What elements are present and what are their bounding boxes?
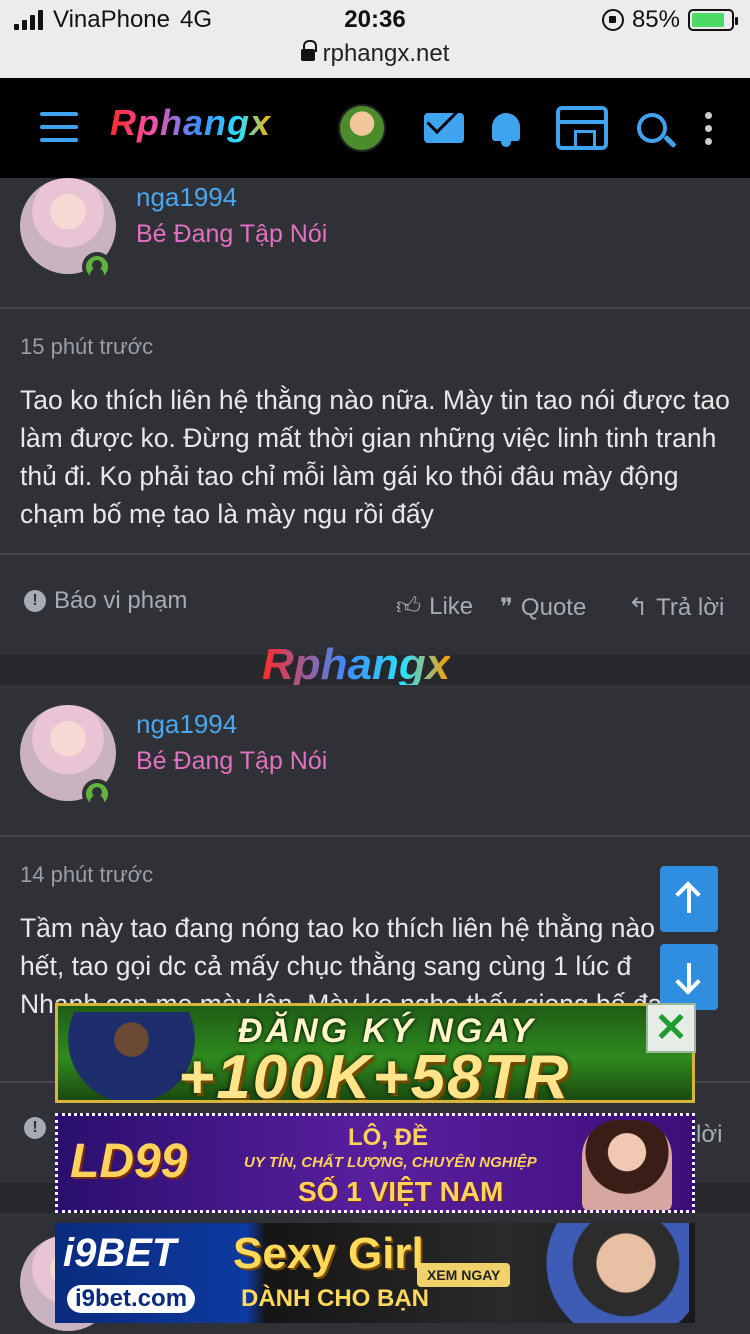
- post-time[interactable]: 15 phút trước: [20, 334, 153, 360]
- ad-subtitle: DÀNH CHO BẠN: [241, 1285, 429, 1312]
- status-right: 85%: [601, 6, 738, 34]
- ad-line: SỐ 1 VIỆT NAM: [298, 1176, 504, 1207]
- arrow-up-icon: [687, 885, 691, 913]
- ad-banner-i9bet[interactable]: i9BET i9bet.com Sexy Girl DÀNH CHO BẠN X…: [55, 1223, 695, 1323]
- store-icon[interactable]: [556, 102, 608, 154]
- ad-domain: i9bet.com: [67, 1285, 196, 1313]
- reply-button[interactable]: ↰ Trả lời: [628, 593, 724, 622]
- report-button[interactable]: !: [24, 1117, 46, 1139]
- report-label: Báo vi phạm: [54, 587, 188, 614]
- post-text: Tao ko thích liên hệ thằng nào nữa. Mày …: [20, 385, 730, 529]
- ad-cta-button[interactable]: XEM NGAY: [417, 1263, 511, 1287]
- arrow-down-icon: [687, 963, 691, 991]
- post-time[interactable]: 14 phút trước: [20, 862, 153, 888]
- online-status-icon: [82, 252, 112, 282]
- site-logo[interactable]: Rphangx: [110, 102, 271, 144]
- username[interactable]: nga1994: [136, 182, 237, 213]
- search-icon[interactable]: [626, 102, 678, 154]
- scroll-top-button[interactable]: [660, 866, 718, 932]
- user-avatar[interactable]: [338, 104, 386, 152]
- model-image: [582, 1120, 672, 1210]
- ad-line: LÔ, ĐỀ: [348, 1124, 429, 1151]
- url-bar[interactable]: rphangx.net: [0, 40, 750, 68]
- ad-brand: LD99: [70, 1135, 188, 1188]
- like-label: Like: [429, 593, 474, 620]
- ad-banner-ld99[interactable]: LD99 LÔ, ĐỀ UY TÍN, CHẤT LƯỢNG, CHUYÊN N…: [55, 1113, 695, 1213]
- username[interactable]: nga1994: [136, 709, 237, 740]
- quote-icon: ❞: [500, 594, 513, 621]
- more-icon[interactable]: [682, 102, 734, 154]
- bell-icon[interactable]: [480, 102, 532, 154]
- reply-arrow-icon: ↰: [628, 594, 649, 621]
- status-bar: VinaPhone 4G 20:36 85% rphangx.net: [0, 0, 750, 78]
- mail-icon[interactable]: [418, 102, 470, 154]
- quote-button[interactable]: ❞ Quote: [500, 593, 586, 622]
- post-user-block: nga1994 Bé Đang Tập Nói: [0, 178, 750, 309]
- ad-brand: i9BET: [63, 1231, 177, 1275]
- post-user-block: nga1994 Bé Đang Tập Nói: [0, 685, 750, 837]
- close-ad-button[interactable]: ✕: [646, 1003, 696, 1053]
- user-title: Bé Đang Tập Nói: [136, 220, 328, 248]
- like-button[interactable]: 👍︎ Like: [396, 593, 473, 621]
- ad-bonus: +100K+58TR: [178, 1043, 571, 1103]
- ad-line: UY TÍN, CHẤT LƯỢNG, CHUYÊN NGHIỆP: [244, 1154, 537, 1171]
- post-body: 15 phút trước Tao ko thích liên hệ thằng…: [0, 309, 750, 555]
- warning-icon: !: [24, 1117, 46, 1139]
- ad-banner-register[interactable]: ĐĂNG KÝ NGAY +100K+58TR: [55, 1003, 695, 1103]
- battery-icon: [688, 9, 738, 31]
- report-button[interactable]: ! Báo vi phạm: [24, 587, 187, 615]
- site-watermark: Rphangx: [262, 640, 451, 689]
- model-image: [509, 1223, 689, 1323]
- quote-label: Quote: [520, 593, 587, 621]
- user-title: Bé Đang Tập Nói: [136, 747, 328, 775]
- reply-button[interactable]: lời: [696, 1121, 722, 1149]
- rotation-lock-icon: [601, 9, 624, 31]
- padlock-icon: [300, 40, 317, 62]
- reply-label: lời: [696, 1121, 723, 1148]
- menu-icon[interactable]: [40, 112, 78, 142]
- battery-percent: 85%: [631, 6, 680, 33]
- thumbs-up-icon: 👍︎: [396, 593, 422, 620]
- scroll-bottom-button[interactable]: [660, 944, 718, 1010]
- online-status-icon: [82, 779, 112, 809]
- reply-label: Trả lời: [656, 593, 725, 621]
- ad-title: Sexy Girl: [233, 1229, 424, 1278]
- url-text: rphangx.net: [322, 40, 450, 67]
- warning-icon: !: [24, 590, 46, 612]
